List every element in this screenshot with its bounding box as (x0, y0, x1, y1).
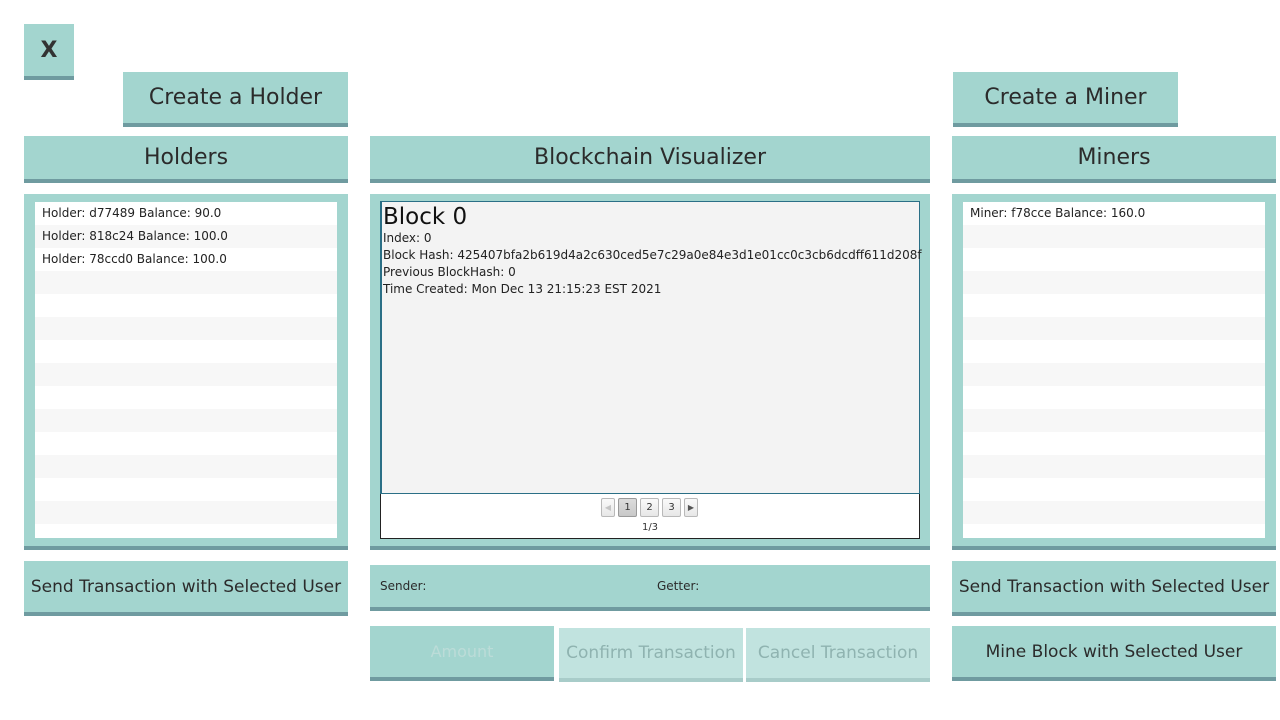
block-time-created: Time Created: Mon Dec 13 21:15:23 EST 20… (383, 282, 662, 296)
next-page-icon[interactable]: ▶ (684, 498, 698, 517)
previous-page-icon[interactable]: ◀ (601, 498, 615, 517)
getter-label: Getter: (657, 579, 700, 593)
page-button-1[interactable]: 1 (618, 498, 637, 517)
holders-list[interactable]: Holder: d77489 Balance: 90.0 Holder: 818… (35, 202, 337, 538)
empty-row[interactable] (963, 501, 1265, 524)
miners-header: Miners (952, 136, 1276, 183)
mine-block-button[interactable]: Mine Block with Selected User (952, 626, 1276, 681)
page-button-3[interactable]: 3 (662, 498, 681, 517)
empty-row[interactable] (35, 501, 337, 524)
amount-field[interactable]: Amount (370, 626, 554, 681)
empty-row[interactable] (35, 271, 337, 294)
holder-send-transaction-button[interactable]: Send Transaction with Selected User (24, 561, 348, 616)
empty-row[interactable] (35, 386, 337, 409)
pagination-controls: ◀ 1 2 3 ▶ (601, 498, 698, 517)
amount-placeholder: Amount (430, 642, 494, 661)
visualizer-header: Blockchain Visualizer (370, 136, 930, 183)
empty-row[interactable] (963, 432, 1265, 455)
miner-send-transaction-button[interactable]: Send Transaction with Selected User (952, 561, 1276, 616)
sender-label: Sender: (380, 579, 427, 593)
miner-row[interactable]: Miner: f78cce Balance: 160.0 (963, 202, 1265, 225)
holders-header: Holders (24, 136, 348, 183)
miners-list[interactable]: Miner: f78cce Balance: 160.0 (963, 202, 1265, 538)
empty-row[interactable] (963, 386, 1265, 409)
empty-row[interactable] (963, 294, 1265, 317)
close-label: X (40, 37, 58, 63)
page-button-2[interactable]: 2 (640, 498, 659, 517)
holders-title: Holders (143, 145, 229, 170)
create-holder-button[interactable]: Create a Holder (123, 72, 348, 127)
empty-row[interactable] (35, 363, 337, 386)
create-miner-button[interactable]: Create a Miner (953, 72, 1178, 127)
block-previous-hash: Previous BlockHash: 0 (383, 265, 516, 279)
empty-row[interactable] (963, 478, 1265, 501)
block-title: Block 0 (383, 204, 468, 230)
holder-row[interactable]: Holder: d77489 Balance: 90.0 (35, 202, 337, 225)
holder-row[interactable]: Holder: 818c24 Balance: 100.0 (35, 225, 337, 248)
transaction-parties-bar: Sender: Getter: (370, 565, 930, 611)
empty-row[interactable] (963, 317, 1265, 340)
empty-row[interactable] (35, 340, 337, 363)
block-index: Index: 0 (383, 231, 432, 245)
empty-row[interactable] (35, 432, 337, 455)
create-miner-label: Create a Miner (984, 85, 1147, 110)
mine-block-label: Mine Block with Selected User (985, 641, 1243, 662)
empty-row[interactable] (963, 340, 1265, 363)
empty-row[interactable] (35, 317, 337, 340)
miners-title: Miners (1077, 145, 1151, 170)
page-indicator: 1/3 (641, 522, 659, 533)
empty-row[interactable] (963, 409, 1265, 432)
miner-send-transaction-label: Send Transaction with Selected User (958, 576, 1270, 597)
confirm-transaction-label: Confirm Transaction (566, 643, 736, 663)
holder-row[interactable]: Holder: 78ccd0 Balance: 100.0 (35, 248, 337, 271)
empty-row[interactable] (963, 271, 1265, 294)
empty-row[interactable] (35, 455, 337, 478)
cancel-transaction-label: Cancel Transaction (757, 643, 919, 663)
visualizer-title: Blockchain Visualizer (534, 145, 766, 170)
holder-send-transaction-label: Send Transaction with Selected User (30, 576, 342, 597)
empty-row[interactable] (963, 225, 1265, 248)
empty-row[interactable] (963, 363, 1265, 386)
pagination: ◀ 1 2 3 ▶ 1/3 (380, 494, 920, 539)
empty-row[interactable] (35, 478, 337, 501)
cancel-transaction-button[interactable]: Cancel Transaction (746, 628, 930, 682)
empty-row[interactable] (35, 409, 337, 432)
block-hash: Block Hash: 425407bfa2b619d4a2c630ced5e7… (383, 248, 922, 262)
create-holder-label: Create a Holder (148, 85, 323, 110)
confirm-transaction-button[interactable]: Confirm Transaction (559, 628, 743, 682)
empty-row[interactable] (963, 248, 1265, 271)
empty-row[interactable] (35, 294, 337, 317)
empty-row[interactable] (963, 455, 1265, 478)
block-view: Block 0 Index: 0 Block Hash: 425407bfa2b… (380, 201, 922, 494)
close-button[interactable]: X (24, 24, 74, 80)
